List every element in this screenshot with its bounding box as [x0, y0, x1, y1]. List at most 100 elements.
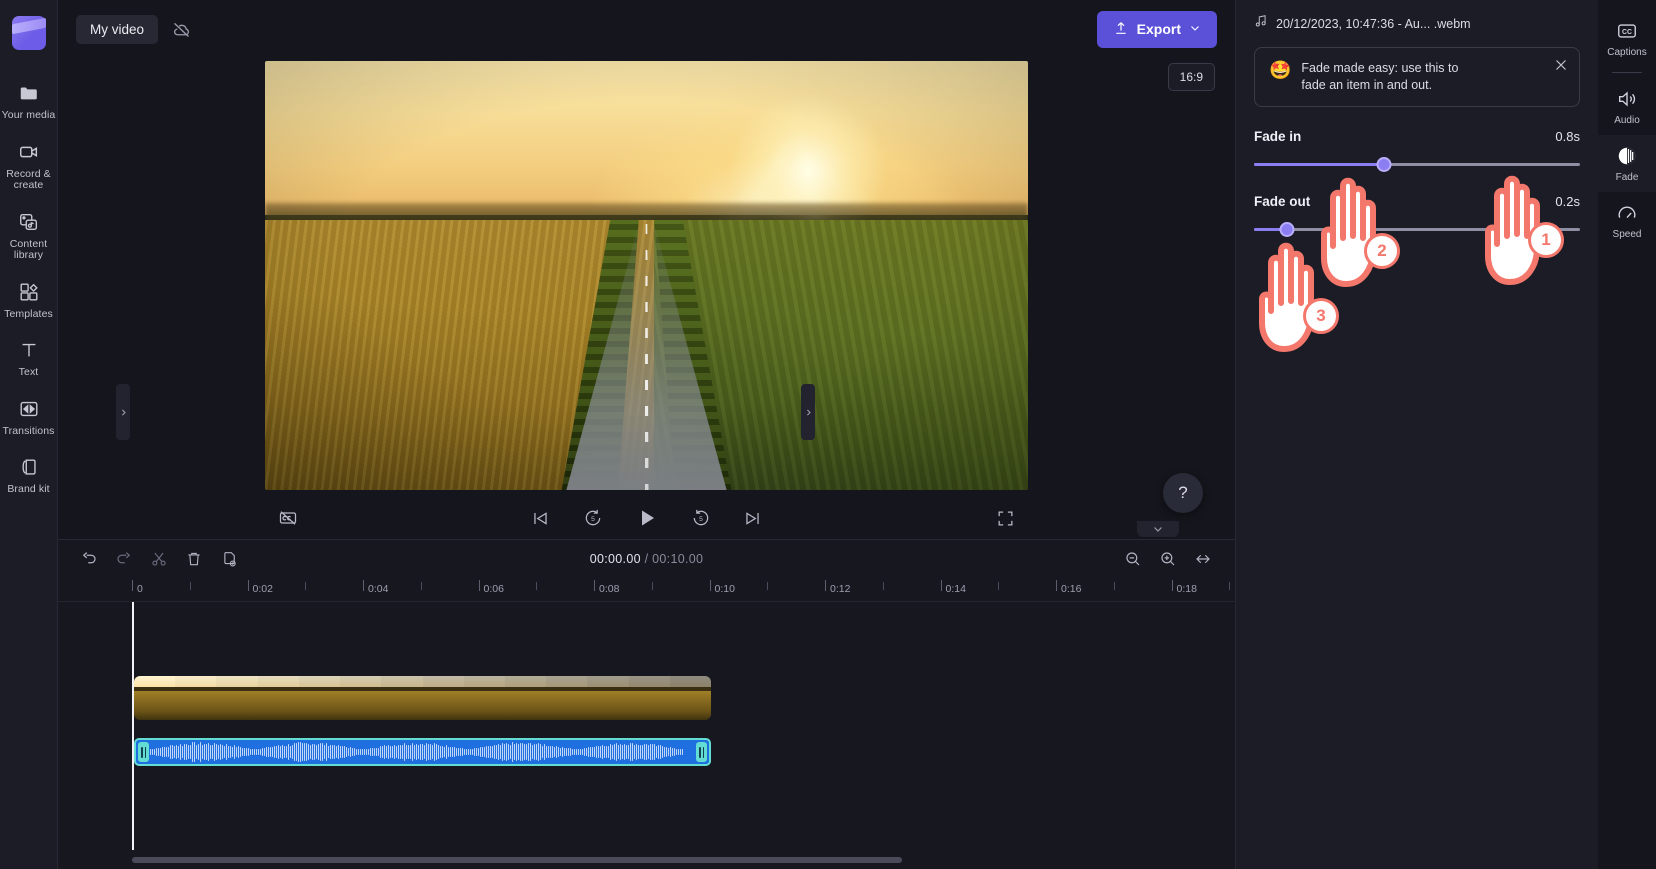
- ruler-tick-label: 0:04: [368, 583, 389, 595]
- captions-off-icon[interactable]: [273, 503, 303, 533]
- collapse-timeline-button[interactable]: [1137, 521, 1179, 537]
- sidebar-label: Your media: [1, 109, 56, 121]
- fullscreen-icon[interactable]: [990, 503, 1020, 533]
- waveform-bar: [278, 745, 279, 759]
- skip-to-start-icon[interactable]: [526, 503, 556, 533]
- waveform-bar: [242, 747, 243, 757]
- clip-trim-handle-left[interactable]: [138, 742, 149, 762]
- waveform-bar: [580, 748, 581, 756]
- sidebar-item-record-create[interactable]: Record & create: [0, 131, 58, 201]
- waveform-bar: [314, 744, 315, 760]
- tab-speed[interactable]: Speed: [1598, 192, 1656, 249]
- waveform-bar: [414, 745, 415, 759]
- top-toolbar: My video Export: [58, 0, 1235, 58]
- timeline-ruler[interactable]: 0 0:02 0:04 0:06 0:08 0:10 0:12 0:14 0:16 0:18: [58, 578, 1235, 602]
- export-button[interactable]: Export: [1096, 10, 1217, 48]
- fade-in-slider[interactable]: [1254, 156, 1580, 172]
- waveform-bar: [232, 746, 233, 758]
- waveform-bar: [646, 744, 647, 760]
- waveform-bar: [566, 747, 567, 757]
- fit-to-screen-button[interactable]: [1188, 544, 1218, 574]
- rewind-5s-icon[interactable]: 5: [578, 503, 608, 533]
- sidebar-item-transitions[interactable]: Transitions: [0, 388, 58, 447]
- waveform-bar: [244, 747, 245, 757]
- playhead[interactable]: [132, 602, 134, 850]
- waveform-bar: [490, 746, 491, 758]
- tip-callout: 🤩 Fade made easy: use this to fade an it…: [1254, 47, 1580, 107]
- tab-audio[interactable]: Audio: [1598, 78, 1656, 135]
- waveform-bar: [158, 747, 159, 757]
- waveform-bar: [406, 745, 407, 759]
- tab-captions[interactable]: CC Captions: [1598, 10, 1656, 67]
- waveform-bar: [564, 747, 565, 757]
- close-icon[interactable]: [1552, 56, 1570, 74]
- split-button[interactable]: [144, 544, 174, 574]
- duplicate-button[interactable]: [214, 544, 244, 574]
- waveform-bar: [472, 749, 473, 755]
- ruler-tick: [478, 580, 480, 591]
- table-row[interactable]: [134, 676, 711, 720]
- waveform-bar: [612, 744, 613, 760]
- time-separator: /: [644, 552, 649, 566]
- video-preview-canvas[interactable]: [265, 61, 1028, 490]
- waveform-bar: [536, 744, 537, 760]
- delete-button[interactable]: [179, 544, 209, 574]
- filmstrip-frame: [216, 676, 258, 720]
- sidebar-label: Transitions: [2, 424, 55, 437]
- svg-text:5: 5: [591, 516, 595, 523]
- waveform-bar: [320, 743, 321, 761]
- help-button[interactable]: ?: [1163, 473, 1203, 513]
- collapse-right-panel-button[interactable]: [801, 384, 815, 440]
- fade-rail-button[interactable]: Fade: [1598, 135, 1656, 192]
- waveform-bar: [514, 743, 515, 761]
- waveform-bar: [198, 743, 199, 761]
- sidebar-item-text[interactable]: Text: [0, 329, 58, 388]
- waveform-bar: [522, 742, 523, 762]
- zoom-in-button[interactable]: [1153, 544, 1183, 574]
- waveform-bar: [392, 745, 393, 759]
- waveform-bar: [246, 748, 247, 756]
- project-title-button[interactable]: My video: [76, 14, 159, 44]
- waveform-bar: [428, 744, 429, 760]
- sidebar-item-brand-kit[interactable]: Brand kit: [0, 446, 58, 505]
- waveform-bar: [560, 747, 561, 757]
- preview-vignette: [265, 61, 1028, 490]
- redo-button[interactable]: [109, 544, 139, 574]
- waveform-bar: [452, 747, 453, 757]
- waveform-bar: [532, 745, 533, 759]
- text-t-icon: [17, 338, 41, 362]
- fade-out-thumb[interactable]: [1279, 222, 1295, 237]
- sidebar-item-your-media[interactable]: Your media: [0, 72, 58, 131]
- zoom-out-button[interactable]: [1118, 544, 1148, 574]
- undo-button[interactable]: [74, 544, 104, 574]
- forward-5s-icon[interactable]: 5: [686, 503, 716, 533]
- waveform-bar: [506, 743, 507, 761]
- sidebar-item-templates[interactable]: Templates: [0, 271, 58, 330]
- waveform-bar: [508, 744, 509, 760]
- cloud-off-icon[interactable]: [165, 13, 197, 45]
- play-button[interactable]: [630, 501, 664, 535]
- speed-icon: [1615, 201, 1639, 225]
- waveform-bar: [446, 745, 447, 759]
- waveform-bar: [656, 745, 657, 759]
- waveform-bar: [164, 746, 165, 758]
- collapse-left-panel-button[interactable]: [116, 384, 130, 440]
- waveform-bar: [296, 742, 297, 762]
- waveform-bar: [226, 744, 227, 760]
- svg-text:CC: CC: [1622, 29, 1632, 36]
- skip-to-end-icon[interactable]: [738, 503, 768, 533]
- waveform-bar: [170, 745, 171, 759]
- clip-trim-handle-right[interactable]: [696, 742, 707, 762]
- ruler-tick: [825, 580, 826, 591]
- waveform-bar: [404, 743, 405, 761]
- fade-in-thumb[interactable]: [1376, 157, 1392, 172]
- sidebar-item-content-library[interactable]: Content library: [0, 201, 58, 271]
- audio-clip-selected[interactable]: [134, 738, 711, 766]
- aspect-ratio-button[interactable]: 16:9: [1167, 63, 1215, 91]
- templates-icon: [17, 280, 41, 304]
- fade-in-fill: [1254, 163, 1385, 166]
- waveform-bar: [552, 746, 553, 758]
- waveform-bar: [402, 744, 403, 760]
- waveform-bar: [292, 745, 293, 759]
- timeline-horizontal-scrollbar[interactable]: [132, 857, 902, 863]
